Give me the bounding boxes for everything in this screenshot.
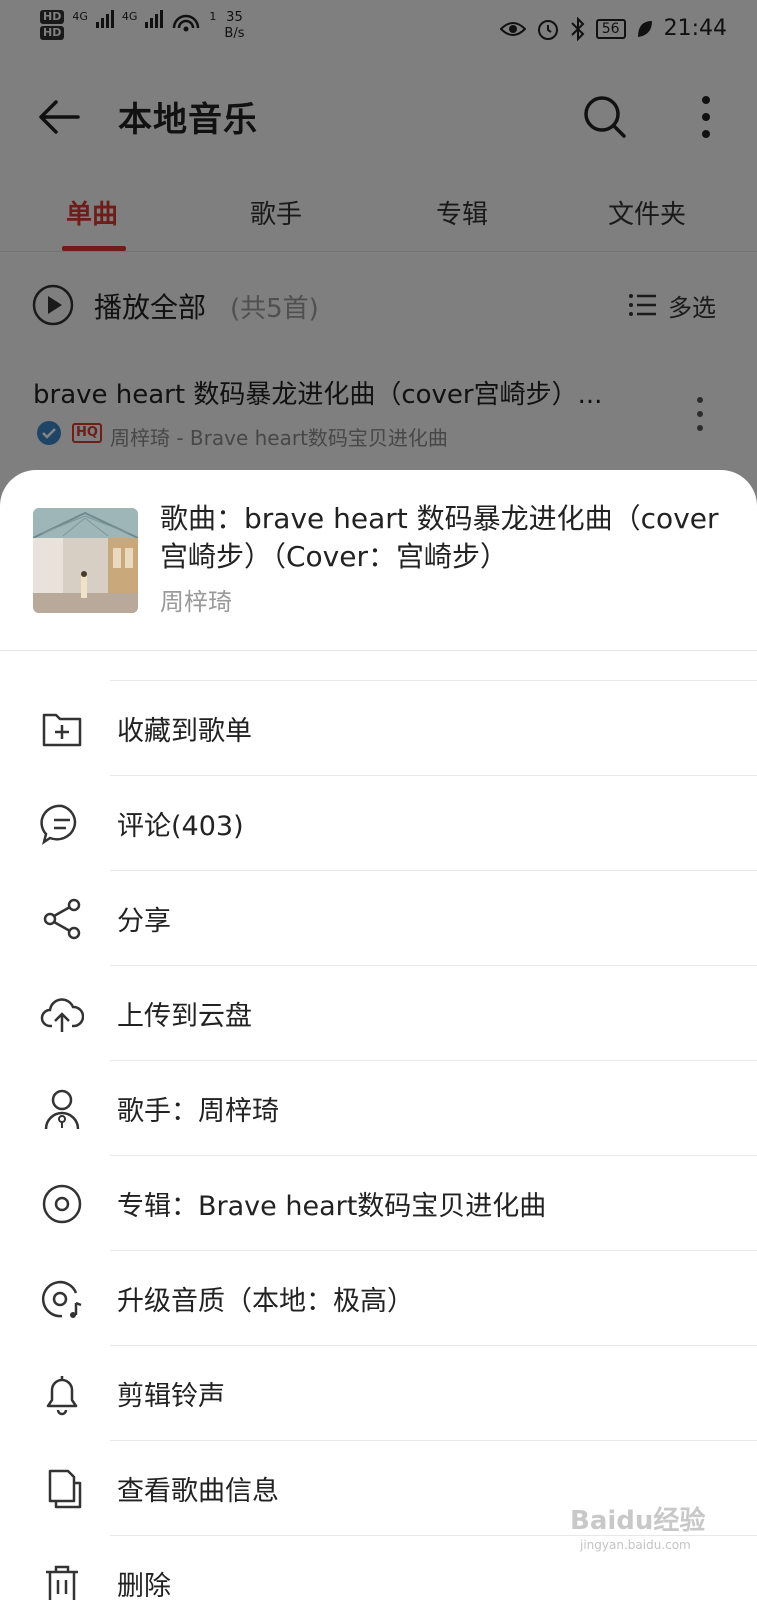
menu-label: 分享 [117,906,171,937]
divider [0,650,757,651]
menu-item-artist[interactable]: 歌手：周梓琦 [0,1060,757,1155]
watermark-url: jingyan.baidu.com [580,1538,691,1552]
trash-icon [46,1565,78,1600]
menu-label: 专辑：Brave heart数码宝贝进化曲 [117,1191,547,1222]
bell-icon [46,1376,78,1416]
sheet-song-title: 歌曲：brave heart 数码暴龙进化曲（cover宫崎步）（Cover：宫… [160,502,719,573]
menu-item-upgrade-quality[interactable]: 升级音质（本地：极高） [0,1250,757,1345]
menu-label: 删除 [117,1571,171,1600]
cloud-upload-icon [40,998,84,1032]
menu-item-comments[interactable]: 评论(403) [0,775,757,870]
sheet-artist: 周梓琦 [160,588,232,616]
song-info-icon [48,1469,82,1509]
menu-item-ringtone[interactable]: 剪辑铃声 [0,1345,757,1440]
menu-item-upload-cloud[interactable]: 上传到云盘 [0,965,757,1060]
menu-label: 歌手：周梓琦 [117,1096,279,1127]
watermark: Baidu经验 [570,1506,706,1536]
menu-label: 剪辑铃声 [117,1381,225,1412]
artist-icon [44,1089,80,1130]
menu-item-share[interactable]: 分享 [0,870,757,965]
comment-icon [40,804,77,845]
menu-item-album[interactable]: 专辑：Brave heart数码宝贝进化曲 [0,1155,757,1250]
share-icon [43,898,81,940]
menu-label: 查看歌曲信息 [117,1476,279,1507]
menu-label: 收藏到歌单 [117,716,252,747]
options-menu: 收藏到歌单 评论(403) 分享 上传到云盘 歌手：周梓琦 专辑：Brave h… [0,680,757,1600]
add-to-playlist-icon [42,713,82,747]
album-icon [42,1184,82,1224]
quality-upgrade-icon [41,1280,82,1318]
menu-label: 评论(403) [117,811,244,842]
menu-label: 升级音质（本地：极高） [117,1286,414,1317]
sheet-header: 歌曲：brave heart 数码暴龙进化曲（cover宫崎步）（Cover：宫… [0,470,757,650]
album-cover [33,508,138,613]
menu-label: 上传到云盘 [117,1001,252,1032]
menu-item-add-to-playlist[interactable]: 收藏到歌单 [0,680,757,775]
song-options-sheet: 歌曲：brave heart 数码暴龙进化曲（cover宫崎步）（Cover：宫… [0,470,757,1600]
